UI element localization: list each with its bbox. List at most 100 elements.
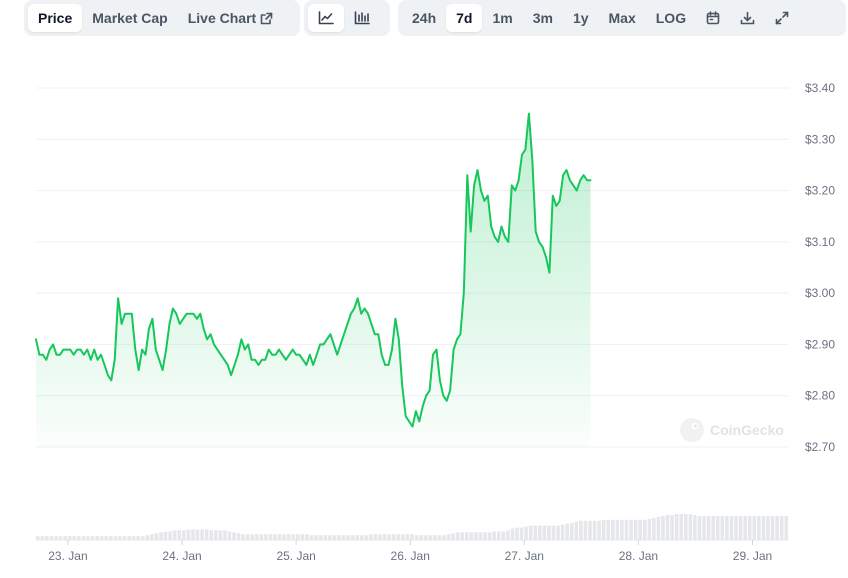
volume-bar — [300, 534, 305, 540]
volume-bar — [314, 535, 318, 540]
volume-bar — [86, 536, 90, 540]
coingecko-watermark: CoinGecko — [680, 418, 784, 442]
volume-bar — [761, 516, 766, 540]
volume-bar — [715, 516, 720, 540]
volume-bar — [474, 532, 478, 540]
x-tick-label: 24. Jan — [162, 549, 201, 563]
volume-bar — [296, 534, 300, 540]
volume-bar — [172, 530, 177, 540]
volume-bar — [318, 535, 323, 540]
volume-bar — [414, 535, 419, 540]
volume-bar — [606, 519, 611, 540]
volume-bar — [451, 533, 455, 540]
volume-bar — [159, 532, 163, 540]
volume-bar — [528, 525, 533, 540]
volume-bar — [533, 525, 537, 540]
volume-bar — [113, 536, 118, 540]
volume-bar — [551, 525, 556, 540]
volume-bar — [674, 514, 679, 540]
volume-bar — [268, 534, 273, 540]
volume-bar — [455, 532, 460, 540]
volume-bar — [747, 516, 752, 540]
volume-bars — [36, 514, 788, 540]
x-tick-label: 25. Jan — [276, 549, 315, 563]
volume-bar — [729, 516, 734, 540]
volume-bar — [118, 536, 122, 540]
volume-bar — [378, 534, 382, 540]
volume-bar — [218, 530, 223, 540]
y-axis-labels: $3.40 $3.30 $3.20 $3.10 $3.00 $2.90 $2.80 $2.70 — [805, 81, 835, 454]
volume-bar — [309, 535, 314, 540]
volume-bar — [150, 534, 154, 540]
volume-bar — [679, 514, 684, 540]
y-tick-label: $3.20 — [805, 184, 835, 198]
volume-bar — [136, 536, 140, 540]
volume-bar — [81, 536, 86, 540]
volume-bar — [77, 536, 81, 540]
volume-bar — [72, 536, 77, 540]
volume-bar — [601, 519, 606, 540]
volume-bar — [501, 531, 506, 540]
volume-bar — [693, 515, 697, 540]
volume-bar — [364, 535, 369, 540]
volume-bar — [483, 532, 487, 540]
watermark-label: CoinGecko — [710, 422, 784, 438]
volume-bar — [738, 516, 743, 540]
volume-bar — [67, 536, 72, 540]
price-area — [36, 113, 591, 447]
volume-bar — [547, 525, 551, 540]
volume-bar — [95, 536, 99, 540]
volume-bar — [337, 535, 341, 540]
volume-bar — [469, 532, 474, 540]
volume-bar — [519, 527, 524, 540]
x-tick-label: 26. Jan — [391, 549, 430, 563]
volume-bar — [396, 534, 401, 540]
volume-bar — [387, 534, 391, 540]
volume-bar — [423, 535, 428, 540]
volume-bar — [401, 534, 405, 540]
volume-bar — [287, 534, 291, 540]
volume-bar — [332, 535, 337, 540]
volume-bar — [410, 534, 414, 540]
volume-bar — [282, 534, 286, 540]
volume-bar — [273, 534, 277, 540]
volume-bar — [684, 514, 688, 540]
volume-bar — [168, 531, 172, 540]
y-tick-label: $3.00 — [805, 286, 835, 300]
x-tick-label: 28. Jan — [619, 549, 658, 563]
volume-bar — [437, 535, 442, 540]
volume-bar — [706, 516, 711, 540]
volume-bar — [350, 535, 355, 540]
volume-bar — [510, 528, 515, 540]
volume-bar — [583, 520, 588, 540]
volume-bar — [131, 536, 136, 540]
volume-bar — [182, 530, 186, 540]
volume-bar — [725, 516, 729, 540]
volume-bar — [770, 516, 775, 540]
volume-bar — [323, 535, 328, 540]
volume-bar — [574, 521, 579, 540]
volume-bar — [154, 533, 159, 540]
volume-bar — [45, 536, 49, 540]
volume-bar — [647, 518, 652, 540]
volume-bar — [720, 516, 725, 540]
volume-bar — [652, 517, 656, 540]
volume-bar — [784, 516, 788, 540]
volume-bar — [538, 525, 542, 540]
volume-bar — [492, 531, 496, 540]
volume-bar — [109, 536, 113, 540]
volume-bar — [478, 532, 483, 540]
volume-bar — [255, 534, 259, 540]
volume-bar — [391, 534, 396, 540]
volume-bar — [442, 535, 446, 540]
volume-bar — [569, 522, 574, 540]
volume-bar — [209, 530, 213, 540]
volume-bar — [186, 529, 191, 540]
volume-bar — [752, 516, 757, 540]
volume-bar — [597, 520, 601, 540]
volume-bar — [656, 516, 661, 540]
volume-bar — [556, 525, 560, 540]
volume-bar — [487, 532, 492, 540]
volume-bar — [204, 529, 209, 540]
volume-bar — [305, 534, 309, 540]
